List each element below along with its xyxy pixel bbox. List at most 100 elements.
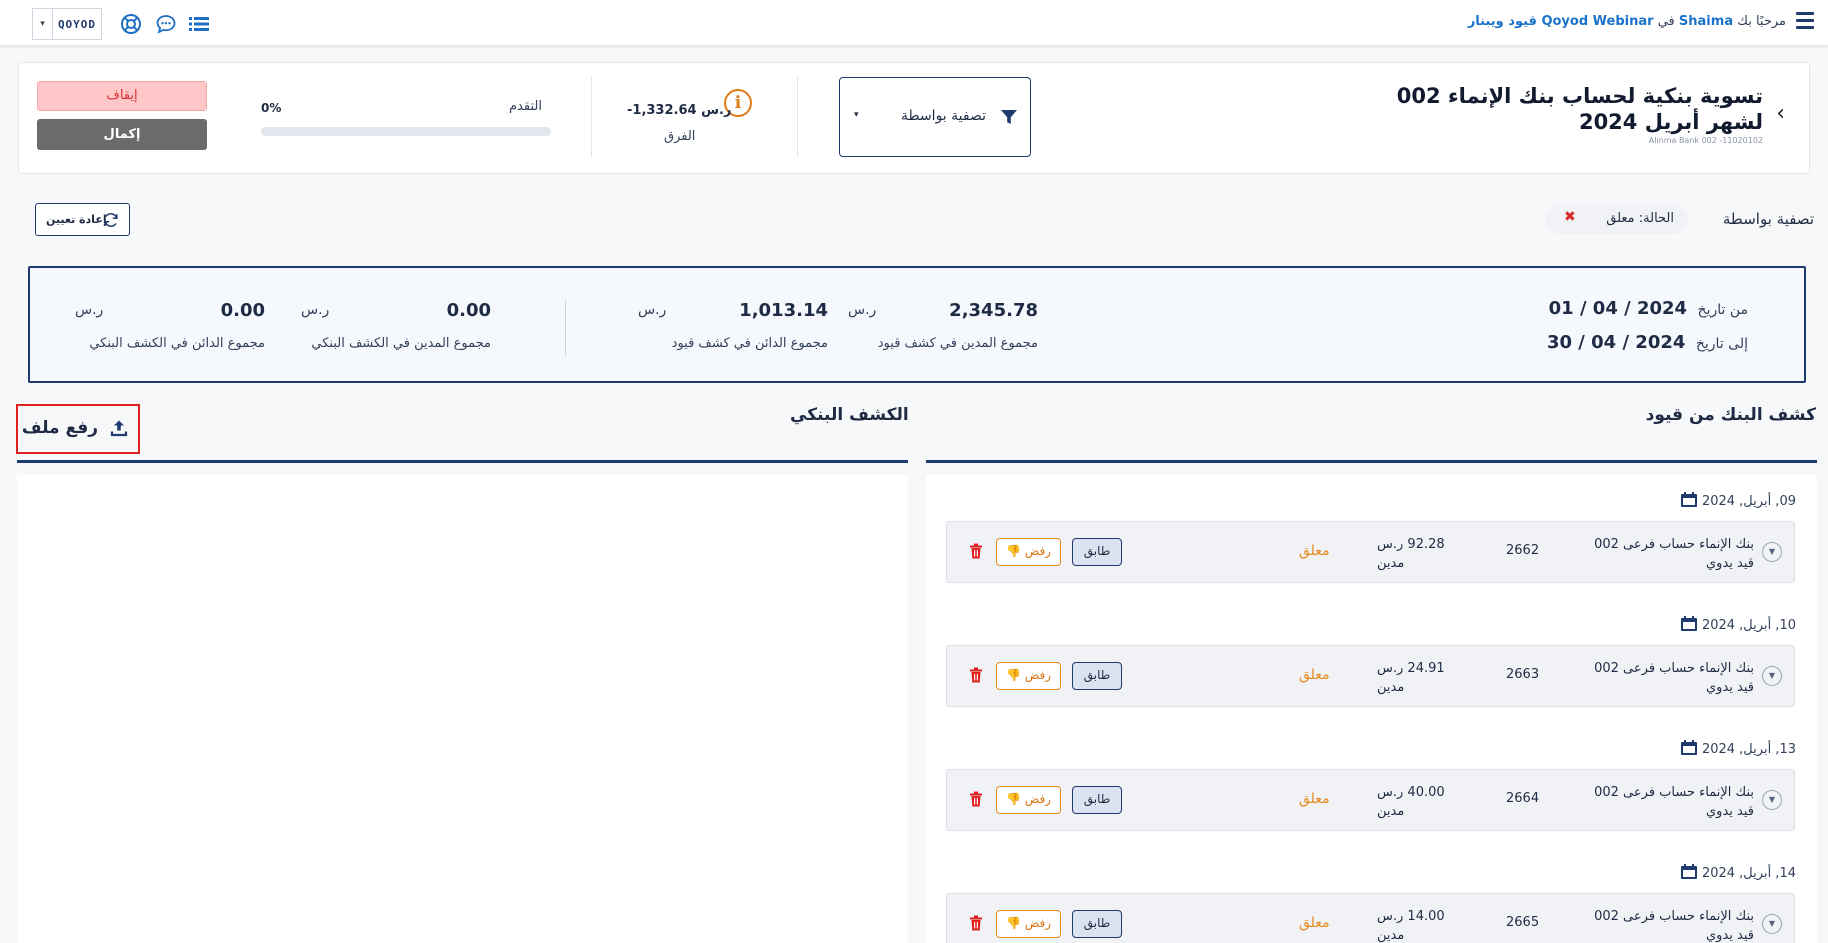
currency: ر.س: [848, 302, 877, 318]
welcome-in: في: [1657, 14, 1675, 29]
complete-button[interactable]: إكمال: [37, 119, 207, 150]
list-item: ▼ بنك الإنماء حساب فرعى 002 قيد يدوي 2662…: [946, 521, 1795, 583]
qoyod-column-rule: [926, 460, 1817, 463]
support-icon[interactable]: [120, 13, 142, 35]
status-badge: معلق: [1299, 915, 1330, 931]
amount-side: مدين: [1377, 928, 1405, 943]
list-item: ▼ بنك الإنماء حساب فرعى 002 قيد يدوي 2663…: [946, 645, 1795, 707]
account-name: بنك الإنماء حساب فرعى 002: [1594, 785, 1754, 800]
reject-button[interactable]: رفض 👎: [996, 662, 1061, 690]
trash-icon[interactable]: [969, 791, 983, 807]
currency: ر.س: [638, 302, 667, 318]
chevron-down-icon[interactable]: ▼: [1762, 914, 1782, 934]
stop-button[interactable]: إيقاف: [37, 81, 207, 111]
entry-date-text: 10, أبريل, 2024: [1701, 618, 1796, 633]
reconciliation-header: ‹ تسوية بنكية لحساب بنك الإنماء 002 لشهر…: [18, 62, 1810, 174]
difference-value: -1,332.64 ر.س: [627, 103, 732, 118]
company-switcher[interactable]: ▾ QOYOD: [32, 8, 102, 40]
total-value: 0.00: [446, 300, 491, 321]
progress-bar: [261, 127, 551, 136]
chevron-down-icon[interactable]: ▼: [1762, 542, 1782, 562]
filter-by-label: تصفية بواسطة: [1722, 210, 1814, 228]
reject-label: رفض: [1024, 668, 1051, 682]
total-label: مجموع الدائن في كشف قيود: [671, 336, 828, 351]
calendar-icon: [1680, 616, 1697, 631]
entry-account: بنك الإنماء حساب فرعى 002 قيد يدوي: [1594, 659, 1754, 697]
to-date: إلى تاريخ 2024 / 04 / 30: [1547, 332, 1748, 353]
close-icon[interactable]: ✖: [1564, 209, 1576, 225]
entry-account: بنك الإنماء حساب فرعى 002 قيد يدوي: [1594, 783, 1754, 821]
bank-statement-title: الكشف البنكي: [790, 405, 909, 425]
amount-side: مدين: [1377, 556, 1405, 571]
chevron-down-icon: ▾: [854, 110, 859, 120]
entry-type: قيد يدوي: [1706, 804, 1754, 819]
amount-value: 14.00 ر.س: [1377, 909, 1445, 924]
thumbs-down-icon: 👎: [1005, 544, 1021, 558]
amount-value: 40.00 ر.س: [1377, 785, 1445, 800]
entry-type: قيد يدوي: [1706, 556, 1754, 571]
match-button[interactable]: طابق: [1072, 910, 1122, 938]
list-icon[interactable]: [188, 13, 210, 35]
from-date: من تاريخ 2024 / 04 / 01: [1549, 298, 1748, 319]
entry-amount: 40.00 ر.س مدين: [1377, 783, 1457, 821]
welcome-text: مرحبًا بك Shaima في Qoyod Webinar قيود و…: [1468, 14, 1786, 29]
trash-icon[interactable]: [969, 667, 983, 683]
entry-amount: 92.28 ر.س مدين: [1377, 535, 1457, 573]
reject-button[interactable]: رفض 👎: [996, 786, 1061, 814]
account-code: Alinma Bank 002 -11020102: [1648, 136, 1763, 145]
from-date-label: من تاريخ: [1697, 302, 1748, 318]
account-name: بنك الإنماء حساب فرعى 002: [1594, 661, 1754, 676]
entry-number: 2662: [1506, 543, 1540, 558]
chat-icon[interactable]: [155, 13, 177, 35]
hamburger-icon[interactable]: [1796, 12, 1814, 32]
chevron-down-icon[interactable]: ▼: [1762, 790, 1782, 810]
entry-date: 10, أبريل, 2024: [1676, 616, 1796, 633]
status-filter-chip-text: الحالة: معلق: [1606, 211, 1674, 226]
total-value: 2,345.78: [949, 300, 1038, 321]
chevron-down-icon[interactable]: ▾: [32, 8, 52, 40]
list-item: ▼ بنك الإنماء حساب فرعى 002 قيد يدوي 2664…: [946, 769, 1795, 831]
match-button[interactable]: طابق: [1072, 786, 1122, 814]
bank-statement-panel: [17, 475, 908, 943]
status-badge: معلق: [1299, 791, 1330, 807]
match-button[interactable]: طابق: [1072, 538, 1122, 566]
match-button[interactable]: طابق: [1072, 662, 1122, 690]
currency: ر.س: [75, 302, 104, 318]
filter-dropdown-label: تصفية بواسطة: [900, 108, 986, 124]
account-name: بنك الإنماء حساب فرعى 002: [1594, 909, 1754, 924]
filter-dropdown[interactable]: تصفية بواسطة ▾: [839, 77, 1031, 157]
amount-side: مدين: [1377, 680, 1405, 695]
entry-number: 2664: [1506, 791, 1540, 806]
chevron-down-icon[interactable]: ▼: [1762, 666, 1782, 686]
divider: [797, 77, 798, 157]
amount-value: 92.28 ر.س: [1377, 537, 1445, 552]
from-date-value: 2024 / 04 / 01: [1548, 298, 1688, 319]
welcome-prefix: مرحبًا بك: [1737, 14, 1786, 29]
reset-button[interactable]: إعادة تعيين: [35, 203, 130, 236]
trash-icon[interactable]: [969, 915, 983, 931]
status-badge: معلق: [1299, 667, 1330, 683]
total-label: مجموع الدائن في الكشف البنكي: [89, 336, 265, 351]
reject-button[interactable]: رفض 👎: [996, 910, 1061, 938]
trash-icon[interactable]: [969, 543, 983, 559]
reset-button-label: إعادة تعيين: [46, 213, 107, 226]
user-name: Shaima: [1678, 14, 1734, 29]
entry-date-text: 14, أبريل, 2024: [1701, 866, 1796, 881]
divider: [591, 77, 592, 157]
calendar-icon: [1680, 740, 1697, 755]
filter-icon: [1001, 110, 1017, 124]
upload-file-button[interactable]: رفع ملف: [16, 404, 140, 454]
reject-button[interactable]: رفض 👎: [996, 538, 1061, 566]
back-chevron-icon[interactable]: ‹: [1776, 101, 1785, 126]
entry-date: 14, أبريل, 2024: [1676, 864, 1796, 881]
company-name[interactable]: Qoyod Webinar قيود ويبنار: [1468, 14, 1654, 29]
upload-file-label: رفع ملف: [21, 418, 98, 438]
to-date-value: 2024 / 04 / 30: [1546, 332, 1686, 353]
reject-label: رفض: [1024, 792, 1051, 806]
progress-label: التقدم: [509, 99, 542, 114]
entry-type: قيد يدوي: [1706, 680, 1754, 695]
entry-number: 2665: [1506, 915, 1540, 930]
entry-date-text: 09, أبريل, 2024: [1701, 494, 1796, 509]
divider: [565, 300, 566, 356]
refresh-icon: [104, 213, 118, 227]
